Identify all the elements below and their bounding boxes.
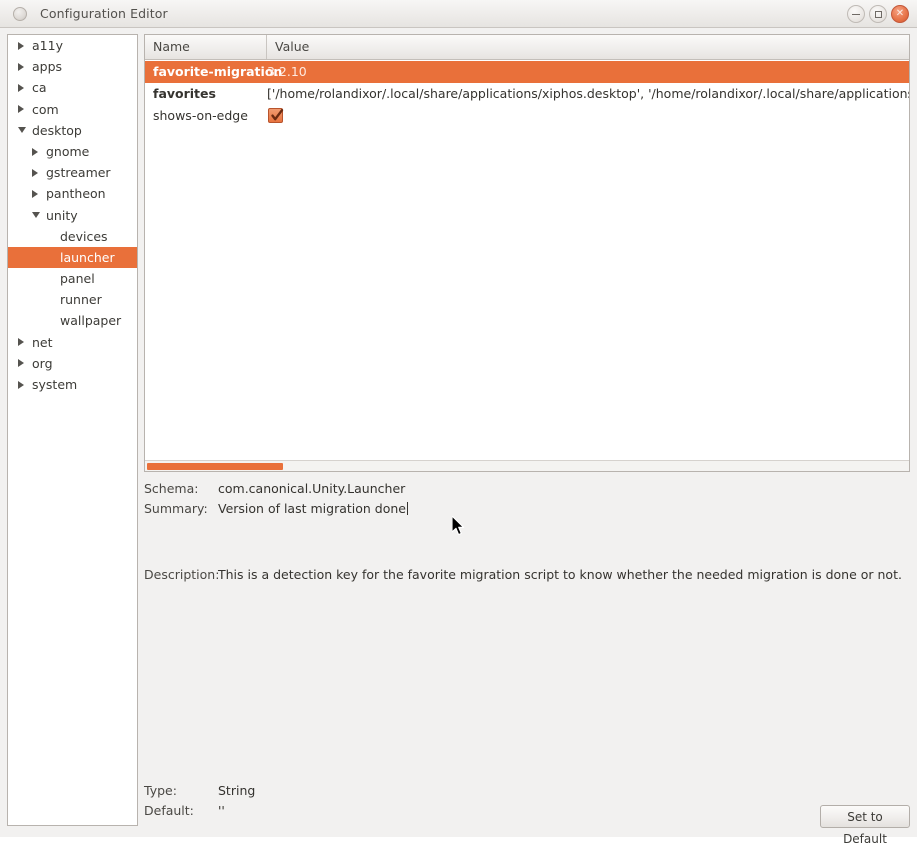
summary-value[interactable]: Version of last migration done [218, 501, 408, 516]
list-header: Name Value [145, 35, 909, 60]
app-icon [13, 7, 27, 21]
tree-item-label: gstreamer [46, 165, 111, 181]
tree-item-label: gnome [46, 143, 90, 159]
chevron-right-icon[interactable] [18, 62, 24, 71]
tree-item-net[interactable]: net [8, 332, 137, 353]
close-icon: ✕ [895, 8, 905, 19]
chevron-right-icon[interactable] [32, 168, 38, 177]
schema-label: Schema: [144, 481, 199, 496]
minimize-icon [848, 6, 864, 22]
tree-item-panel[interactable]: panel [8, 268, 137, 289]
tree-item-gnome[interactable]: gnome [8, 141, 137, 162]
key-detail-pane: Schema: com.canonical.Unity.Launcher Sum… [144, 478, 910, 846]
key-name-cell: favorites [153, 86, 216, 101]
tree-item-label: a11y [32, 38, 63, 53]
summary-text: Version of last migration done [218, 501, 406, 516]
chevron-right-icon[interactable] [32, 147, 38, 156]
tree-item-launcher[interactable]: launcher [8, 246, 137, 269]
chevron-right-icon[interactable] [18, 41, 24, 50]
key-value-cell: ['/home/rolandixor/.local/share/applicat… [267, 86, 909, 101]
tree-item-devices[interactable]: devices [8, 226, 137, 247]
chevron-down-icon[interactable] [18, 127, 26, 134]
tree-item-label: net [32, 334, 53, 350]
chevron-right-icon[interactable] [18, 380, 24, 389]
key-name-cell: shows-on-edge [153, 108, 248, 123]
column-header-value[interactable]: Value [267, 35, 909, 59]
tree-item-ca[interactable]: ca [8, 77, 137, 98]
set-to-default-button[interactable]: Set to Default [820, 805, 910, 846]
tree-item-label: wallpaper [60, 313, 122, 329]
schema-tree-panel[interactable]: a11y apps ca com desktop gnome gstreamer panthe… [7, 34, 138, 826]
tree-item-runner[interactable]: runner [8, 289, 137, 310]
minimize-button[interactable] [847, 5, 865, 23]
summary-label: Summary: [144, 501, 208, 516]
tree-item-label: ca [32, 80, 47, 96]
table-row[interactable]: shows-on-edge [145, 105, 909, 127]
tree-item-label: apps [32, 59, 63, 75]
default-value: '' [218, 803, 225, 818]
tree-item-pantheon[interactable]: pantheon [8, 183, 137, 204]
chevron-right-icon[interactable] [18, 359, 24, 368]
chevron-down-icon[interactable] [32, 212, 40, 219]
type-label: Type: [144, 783, 177, 798]
tree-item-system[interactable]: system [8, 374, 137, 395]
text-cursor [406, 502, 408, 515]
tree-item-label: desktop [32, 122, 82, 138]
checkbox-checked-icon[interactable] [268, 108, 284, 123]
type-value: String [218, 783, 256, 798]
default-label: Default: [144, 803, 194, 818]
description-label: Description: [144, 567, 220, 582]
maximize-button[interactable] [869, 5, 887, 23]
tree-item-gstreamer[interactable]: gstreamer [8, 162, 137, 183]
chevron-right-icon[interactable] [18, 338, 24, 347]
tree-item-desktop[interactable]: desktop [8, 120, 137, 141]
window-controls: ✕ [847, 5, 909, 23]
close-button[interactable]: ✕ [891, 5, 909, 23]
description-value: This is a detection key for the favorite… [218, 567, 902, 582]
titlebar: Configuration Editor ✕ [0, 0, 917, 28]
tree-item-label: runner [60, 292, 102, 308]
configuration-editor-window: Configuration Editor ✕ a11y apps ca com desk… [0, 0, 917, 846]
schema-value: com.canonical.Unity.Launcher [218, 481, 406, 496]
tree-item-a11y[interactable]: a11y [8, 35, 137, 56]
chevron-right-icon[interactable] [18, 83, 24, 92]
tree-item-label: launcher [60, 249, 115, 265]
table-row[interactable]: favorite-migration 3.2.10 [145, 61, 909, 83]
tree-item-label: system [32, 377, 78, 392]
horizontal-scrollbar-thumb[interactable] [147, 463, 283, 470]
tree-item-label: com [32, 101, 59, 117]
column-header-name[interactable]: Name [145, 35, 267, 59]
tree-item-label: devices [60, 228, 108, 244]
key-value-cell: 3.2.10 [267, 64, 307, 79]
tree-item-label: unity [46, 207, 78, 223]
tree-item-wallpaper[interactable]: wallpaper [8, 310, 137, 331]
horizontal-scrollbar[interactable] [145, 460, 909, 471]
tree-item-label: org [32, 355, 53, 371]
tree-item-apps[interactable]: apps [8, 56, 137, 77]
window-title: Configuration Editor [40, 6, 168, 21]
key-name-cell: favorite-migration [153, 64, 283, 79]
chevron-right-icon[interactable] [18, 105, 24, 114]
table-row[interactable]: favorites ['/home/rolandixor/.local/share… [145, 83, 909, 105]
tree-item-unity[interactable]: unity [8, 205, 137, 226]
chevron-right-icon[interactable] [32, 189, 38, 198]
tree-item-label: panel [60, 271, 95, 287]
key-list-view[interactable]: Name Value favorite-migration 3.2.10 favor… [144, 34, 910, 472]
tree-item-label: pantheon [46, 186, 106, 202]
tree-item-org[interactable]: org [8, 353, 137, 374]
tree-item-com[interactable]: com [8, 99, 137, 120]
maximize-icon [870, 6, 886, 22]
